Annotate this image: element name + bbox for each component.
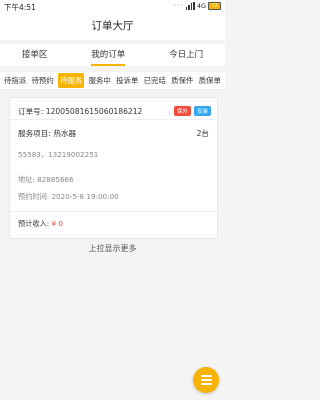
order-number-label: 订单号: xyxy=(18,107,44,116)
battery-icon: 72 xyxy=(208,1,221,10)
menu-icon-line xyxy=(200,379,212,381)
subtab-to-schedule[interactable]: 待预约 xyxy=(31,73,55,88)
tab-accept-zone[interactable]: 接单区 xyxy=(22,44,48,66)
battery-level: 72 xyxy=(211,2,218,9)
service-quantity: 2台 xyxy=(196,129,209,138)
appointment-label: 预约时间: xyxy=(18,192,50,201)
status-bar: 下午4:51 ··· 4G 72 xyxy=(0,0,225,13)
service-label: 服务项目: xyxy=(18,129,51,138)
tab-my-orders[interactable]: 我的订单 xyxy=(91,44,126,66)
address-value: 82885666 xyxy=(37,175,74,184)
service-value: 热水器 xyxy=(53,129,77,138)
subtab-to-assign[interactable]: 待指派 xyxy=(3,73,27,88)
address-label: 地址: xyxy=(18,175,35,184)
tab-today-visits[interactable]: 今日上门 xyxy=(169,44,203,66)
subtab-complaints[interactable]: 投诉单 xyxy=(115,73,139,88)
income-label: 预计收入: xyxy=(18,219,50,228)
subtab-in-service[interactable]: 服务中 xyxy=(88,73,112,88)
service-item: 服务项目: 热水器 xyxy=(18,128,76,139)
order-card[interactable]: 订单号: 120050816150601862​12 保外 安装 服务项目: 热… xyxy=(9,97,218,239)
warranty-badge: 保外 xyxy=(173,106,191,116)
subtab-completed[interactable]: 已完结 xyxy=(143,73,167,88)
order-number-row: 订单号: 120050816150601862​12 xyxy=(18,106,142,117)
menu-icon xyxy=(200,375,212,377)
network-type: 4G xyxy=(196,1,206,10)
menu-fab-button[interactable] xyxy=(193,367,219,393)
order-badges: 保外 安装 xyxy=(173,106,211,116)
menu-icon-line xyxy=(200,383,212,385)
subtab-to-service[interactable]: 待服务 xyxy=(58,73,85,88)
contact-phones[interactable]: 55583，13219002251 xyxy=(18,150,98,160)
load-more-hint[interactable]: 上拉显示更多 xyxy=(0,243,225,254)
subtab-warranty-orders[interactable]: 质保单 xyxy=(198,73,222,88)
status-time: 下午4:51 xyxy=(4,3,36,12)
status-icons: ··· 4G 72 xyxy=(174,1,221,10)
appointment-time: 预约时间: 2020-5-8 19:00:00 xyxy=(18,192,119,202)
main-tabs: 接单区 我的订单 今日上门 xyxy=(0,44,225,66)
income-currency: ¥ xyxy=(51,219,57,228)
page-title: 订单大厅 xyxy=(0,13,225,40)
subtab-warranty-parts[interactable]: 质保件 xyxy=(170,73,194,88)
card-divider xyxy=(10,119,217,120)
install-badge: 安装 xyxy=(193,106,211,116)
appointment-value: 2020-5-8 19:00:00 xyxy=(51,192,119,201)
card-divider-bottom xyxy=(10,211,217,212)
notification-dots-icon: ··· xyxy=(173,1,184,10)
status-filter-tabs: 待指派 待预约 待服务 服务中 投诉单 已完结 质保件 质保单 xyxy=(0,72,225,90)
expected-income: 预计收入: ¥ 0 xyxy=(18,219,63,229)
income-amount: 0 xyxy=(58,219,63,228)
order-number: 120050816150601862​12 xyxy=(45,107,143,116)
address: 地址: 82885666 xyxy=(18,175,74,185)
signal-icon xyxy=(185,1,195,10)
